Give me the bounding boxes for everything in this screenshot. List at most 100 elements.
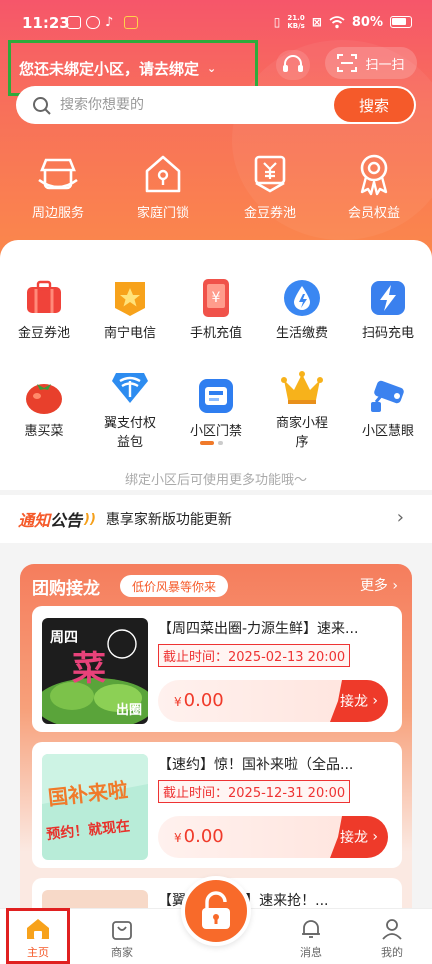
service-label: 商家小程	[275, 416, 328, 431]
battery-percent: 80%	[351, 14, 383, 30]
medal-icon	[360, 154, 388, 196]
search-icon	[33, 97, 51, 115]
notice-logo-a: 通知	[18, 511, 51, 530]
home-lock-icon	[145, 155, 181, 193]
join-label: 接龙	[339, 830, 368, 846]
group-buy-title: 团购接龙	[32, 579, 100, 599]
status-right: ▯ 21.0 KB/s ⊠ 80%	[274, 14, 412, 30]
tiktok-icon: ♪	[105, 15, 114, 30]
price-bar: ¥0.00 接龙 ›	[158, 816, 388, 858]
service-coupon-pool[interactable]: 金豆券池	[1, 276, 87, 343]
product-image: 周四 菜 出圈	[42, 618, 148, 724]
tab-merchant[interactable]: 商家	[92, 915, 152, 960]
join-label: 接龙	[339, 694, 368, 710]
search-input[interactable]	[60, 97, 320, 113]
service-community-access[interactable]: 小区门禁	[173, 374, 259, 441]
product-price: ¥0.00	[174, 690, 224, 711]
service-label: 南宁电信	[103, 326, 156, 341]
group-buy-item[interactable]: 周四 菜 出圈 【周四菜出圈-力源生鲜】速来... 截止时间：2025-02-1…	[32, 606, 402, 732]
tab-label: 消息	[300, 946, 322, 959]
group-buy-more-link[interactable]: 更多 ›	[360, 575, 398, 595]
scan-icon	[337, 54, 358, 72]
group-buy-tag: 低价风暴等你来	[120, 575, 229, 597]
bind-community-text: 您还未绑定小区，请去绑定	[19, 59, 200, 78]
shopping-bag-icon	[112, 921, 132, 940]
unlock-button[interactable]	[181, 876, 251, 946]
telecom-pay-icon	[112, 373, 148, 403]
join-button[interactable]: 接龙 ›	[330, 680, 388, 722]
price-bar: ¥0.00 接龙 ›	[158, 680, 388, 722]
tab-profile[interactable]: 我的	[362, 915, 422, 960]
service-scan-charge[interactable]: 扫码充电	[345, 276, 431, 343]
product-title: 【周四菜出圈-力源生鲜】速来...	[158, 621, 359, 637]
crown-icon	[281, 371, 323, 404]
tab-messages[interactable]: 消息	[281, 915, 341, 960]
quick-action-coupon-pool[interactable]: 金豆券池	[220, 150, 320, 221]
notification-icon	[86, 16, 100, 29]
service-label: 小区门禁	[189, 424, 242, 439]
customer-service-button[interactable]	[276, 50, 310, 80]
access-card-icon	[199, 379, 233, 413]
padlock-icon	[202, 891, 230, 929]
coupon-icon	[254, 155, 286, 193]
wifi-icon	[329, 15, 345, 28]
quick-action-label: 会员权益	[347, 206, 400, 221]
net-speed-unit: KB/s	[287, 22, 305, 30]
service-utility-payment[interactable]: 生活缴费	[259, 276, 345, 343]
price-value: 0.00	[183, 690, 224, 711]
tab-label: 我的	[381, 946, 403, 959]
service-label: 惠买菜	[24, 424, 64, 439]
broadcast-icon: ))	[84, 511, 96, 527]
service-phone-recharge[interactable]: ¥ 手机充值	[173, 276, 259, 343]
product-price: ¥0.00	[174, 826, 224, 847]
price-value: 0.00	[183, 826, 224, 847]
headset-icon	[283, 55, 303, 72]
vibrate-icon: ▯	[273, 15, 281, 29]
service-label: 金豆券池	[17, 326, 70, 341]
product-image: 国补来啦 预约！就现在	[42, 754, 148, 860]
group-buy-section: 团购接龙 低价风暴等你来 更多 › 周四 菜 出圈 【周四菜出圈-力源生鲜】速来…	[20, 564, 412, 924]
join-button[interactable]: 接龙 ›	[330, 816, 388, 858]
battery-icon	[390, 16, 412, 28]
product-image-text: 出圈	[116, 702, 142, 718]
status-bar: 11:23 ♪ ▯ 21.0 KB/s ⊠ 80%	[0, 0, 432, 44]
quick-action-label: 家庭门锁	[136, 206, 189, 221]
camera-icon	[371, 380, 404, 412]
page-dot	[218, 441, 223, 445]
search-bar: 搜索	[16, 86, 416, 124]
bell-icon	[302, 920, 320, 938]
notification-icon	[124, 16, 138, 29]
service-merchant-mini-program[interactable]: 商家小程 序	[259, 366, 345, 452]
more-label: 更多	[359, 578, 388, 594]
group-buy-item[interactable]: 国补来啦 预约！就现在 【速约】惊！国补来啦（全品... 截止时间：2025-1…	[32, 742, 402, 868]
service-label-line2: 益包	[116, 435, 143, 450]
service-buy-vegetables[interactable]: 惠买菜	[1, 374, 87, 441]
currency-symbol: ¥	[174, 831, 182, 845]
service-label: 小区慧眼	[361, 424, 414, 439]
shop-icon	[38, 158, 78, 190]
svg-text:¥: ¥	[212, 290, 221, 306]
user-icon	[382, 919, 402, 940]
quick-action-nearby-services[interactable]: 周边服务	[8, 150, 108, 221]
quick-action-member-benefits[interactable]: 会员权益	[324, 150, 424, 221]
notice-bar[interactable]: 通知 公告)) 惠享家新版功能更新 ›	[0, 495, 432, 543]
quick-action-home-lock[interactable]: 家庭门锁	[113, 150, 213, 221]
page-dot-active	[200, 441, 214, 445]
service-nanning-telecom[interactable]: 南宁电信	[87, 276, 173, 343]
notice-text: 惠享家新版功能更新	[105, 512, 232, 528]
quick-action-label: 周边服务	[31, 206, 84, 221]
phone-recharge-icon: ¥	[203, 279, 229, 317]
quick-action-label: 金豆券池	[243, 206, 296, 221]
scan-label: 扫一扫	[365, 57, 405, 73]
deadline-badge: 截止时间：2025-12-31 20:00	[158, 780, 351, 803]
deadline-badge: 截止时间：2025-02-13 20:00	[158, 644, 351, 667]
scan-button[interactable]: 扫一扫	[325, 47, 417, 79]
search-button[interactable]: 搜索	[334, 88, 414, 122]
charge-icon	[371, 281, 405, 315]
service-community-eye[interactable]: 小区慧眼	[345, 374, 431, 441]
home-tab-highlight	[6, 908, 70, 964]
telecom-icon	[115, 282, 145, 316]
net-speed-value: 21.0	[287, 14, 305, 22]
bind-hint: 绑定小区后可使用更多功能哦～	[124, 473, 307, 488]
service-telecom-pay-benefits[interactable]: 翼支付权 益包	[87, 366, 173, 452]
